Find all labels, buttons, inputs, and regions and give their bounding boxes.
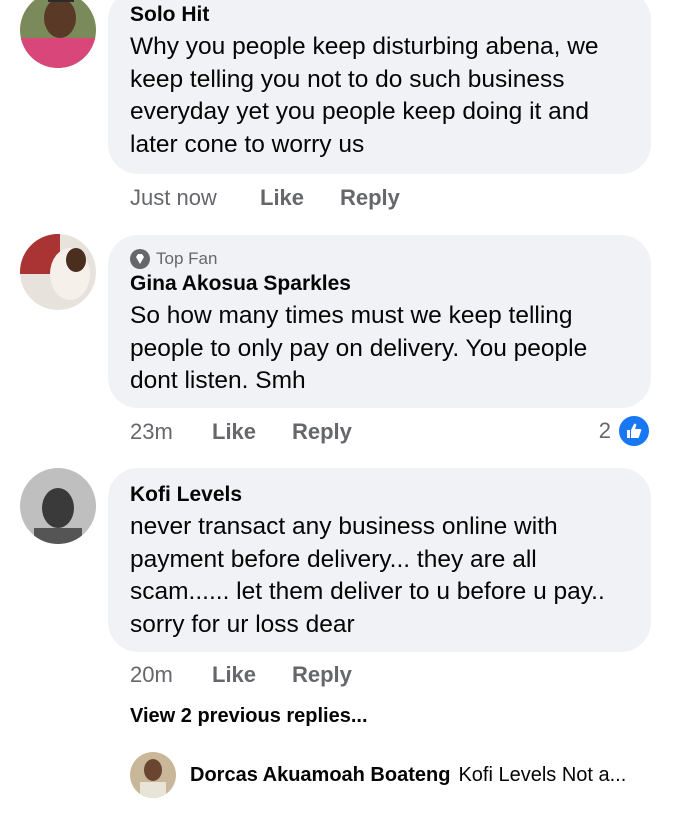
top-fan-diamond-icon xyxy=(130,249,150,269)
reaction-summary[interactable]: 2 xyxy=(599,414,651,448)
reply-button[interactable]: Reply xyxy=(340,185,400,211)
comment-line: Why you people keep disturbing abena, we xyxy=(130,33,599,60)
avatar[interactable] xyxy=(20,468,96,544)
like-button[interactable]: Like xyxy=(212,662,292,688)
comment-line: scam...... let them deliver to u before … xyxy=(130,578,605,605)
reply-button[interactable]: Reply xyxy=(292,662,352,688)
reply-button[interactable]: Reply xyxy=(292,419,352,445)
comment-bubble: Kofi Levels never transact any business … xyxy=(108,468,651,652)
comment-time[interactable]: Just now xyxy=(130,185,260,211)
comment-bubble: Solo Hit Why you people keep disturbing … xyxy=(108,0,651,174)
top-fan-badge: Top Fan xyxy=(130,247,631,271)
comment-actions: 20m Like Reply xyxy=(130,661,352,689)
comment-line: later cone to worry us xyxy=(130,130,365,158)
comment-bubble: Top Fan Gina Akosua Sparkles So how many… xyxy=(108,235,651,408)
comment-text: never transact any business online with … xyxy=(130,511,631,641)
comment-line: So how many times must we keep telling xyxy=(130,302,573,329)
comment-actions: 23m Like Reply xyxy=(130,418,352,446)
comment-line: dont listen. Smh xyxy=(130,367,306,394)
avatar[interactable] xyxy=(20,0,96,68)
comment-line: payment before delivery... they are all xyxy=(130,545,537,573)
comment-line: people to only pay on delivery. You peop… xyxy=(130,334,588,362)
comment-text: So how many times must we keep telling p… xyxy=(130,300,631,398)
comment-line: never transact any business online with xyxy=(130,513,558,540)
badge-label: Top Fan xyxy=(156,249,218,268)
avatar[interactable] xyxy=(130,752,176,798)
latest-reply-preview[interactable]: Dorcas Akuamoah Boateng Kofi Levels Not … xyxy=(130,752,650,798)
comment-line: everyday yet you people keep doing it an… xyxy=(130,98,590,125)
comment-time[interactable]: 20m xyxy=(130,662,212,688)
comment-actions: Just now Like Reply xyxy=(130,184,400,212)
comment-line: keep telling you not to do such business xyxy=(130,65,565,93)
like-button[interactable]: Like xyxy=(212,419,292,445)
reaction-count: 2 xyxy=(598,418,611,443)
comment-text: Why you people keep disturbing abena, we… xyxy=(130,31,631,161)
view-previous-replies-link[interactable]: View 2 previous replies... xyxy=(130,705,368,728)
comment-author[interactable]: Kofi Levels xyxy=(130,482,631,508)
reply-snippet: Kofi Levels Not a... xyxy=(458,763,627,786)
comment-author[interactable]: Gina Akosua Sparkles xyxy=(130,271,631,297)
comment-author[interactable]: Solo Hit xyxy=(130,2,631,28)
reply-author[interactable]: Dorcas Akuamoah Boateng xyxy=(190,764,450,787)
thumbs-up-icon xyxy=(617,414,651,448)
like-button[interactable]: Like xyxy=(260,185,340,211)
comment-line: sorry for ur loss dear xyxy=(130,610,355,638)
comment-time[interactable]: 23m xyxy=(130,419,212,445)
avatar[interactable] xyxy=(20,234,96,310)
